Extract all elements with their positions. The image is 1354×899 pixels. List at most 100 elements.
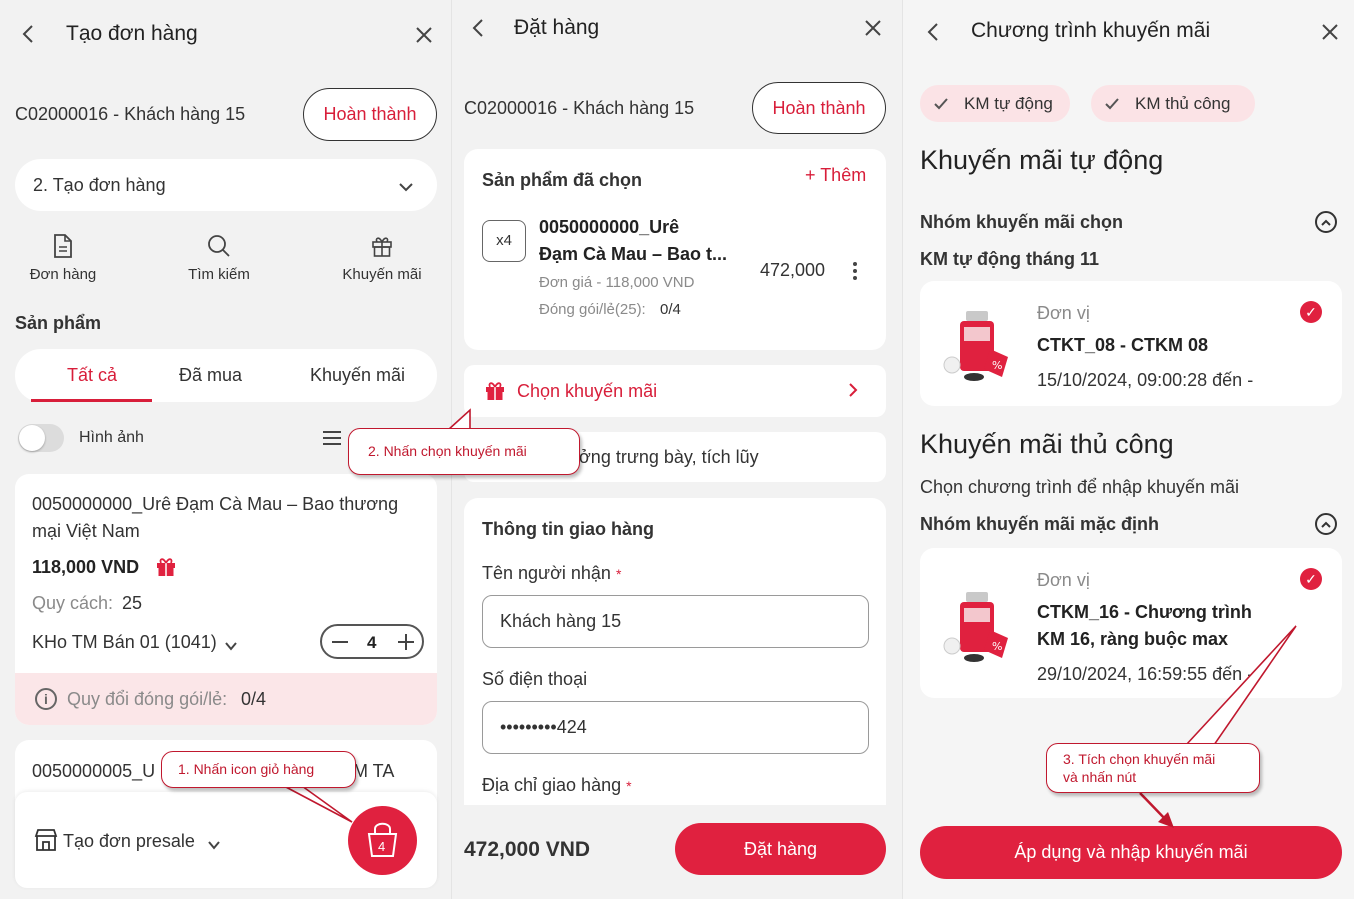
minus-icon[interactable] [332,641,348,643]
close-icon[interactable] [415,26,433,49]
action-orders[interactable]: Đơn hàng [20,232,106,292]
close-icon[interactable] [1321,23,1339,46]
cart-count: 4 [378,839,386,854]
auto-group-label: Nhóm khuyến mãi chọn [920,212,1124,232]
image-toggle[interactable] [18,424,64,452]
pack-label: Đóng gói/lẻ(25): [539,301,646,318]
convert-value: 0/4 [241,689,267,709]
selected-products-card: Sản phẩm đã chọn + Thêm x4 0050000000_Ur… [464,149,886,350]
plus-icon[interactable] [398,634,414,650]
tab-purchased[interactable]: Đã mua [179,365,242,386]
apply-promotion-button[interactable]: Áp dụng và nhập khuyến mãi [920,826,1342,879]
step-select-value: 2. Tạo đơn hàng [33,175,166,195]
document-icon [54,234,72,258]
phone-field[interactable]: •••••••••424 [482,701,869,754]
promotion-date: 29/10/2024, 16:59:55 đến - [1037,664,1254,684]
cart-button[interactable]: 4 [348,806,417,875]
product-name: M TA [353,761,395,781]
callout-text: 1. Nhấn icon giỏ hàng [178,761,315,777]
chevron-down-icon [208,837,220,855]
product-card[interactable]: 0050000000_Urê Đạm Cà Mau – Bao thương m… [15,474,437,725]
svg-text:%: % [992,640,1002,653]
chevron-right-icon [849,383,858,402]
pack-value: 0/4 [660,301,681,318]
warehouse-select[interactable]: KHo TM Bán 01 (1041) [32,632,217,653]
promotion-product-image: % [942,305,1012,385]
promotion-unit: Đơn vị [1037,303,1090,323]
unit-price: Đơn giá - 118,000 VND [539,274,695,291]
product-name: 0050000000_Urê Đạm Cà Mau – Bao thương [32,494,399,514]
menu-icon[interactable] [323,430,341,451]
close-icon[interactable] [864,19,882,42]
spec-label: Quy cách: [32,593,114,613]
page-title: Tạo đơn hàng [66,22,198,45]
complete-button[interactable]: Hoàn thành [752,82,886,134]
product-name: 0050000000_Urê [539,217,680,237]
product-tabs: Tất cả Đã mua Khuyến mãi [15,349,437,402]
place-order-button[interactable]: Đặt hàng [675,823,886,875]
promotion-card[interactable]: % Đơn vị ✓ CTKT_08 - CTKM 08 15/10/2024,… [920,281,1342,406]
promotion-card[interactable]: % Đơn vị ✓ CTKM_16 - Chương trình KM 16,… [920,548,1342,698]
section-title: Sản phẩm [15,313,102,333]
complete-button[interactable]: Hoàn thành [303,88,437,141]
back-icon[interactable] [925,22,941,47]
promotion-unit: Đơn vị [1037,570,1090,590]
add-more-link[interactable]: + Thêm [805,165,866,186]
promotion-date: 15/10/2024, 09:00:28 đến - [1037,370,1254,390]
spec-value: 25 [122,593,143,613]
gift-icon [156,557,176,582]
chip-label: KM thủ công [1135,93,1231,113]
product-name: mại Việt Nam [32,521,140,541]
svg-text:%: % [992,359,1002,372]
customer-label: C02000016 - Khách hàng 15 [464,98,695,118]
customer-label: C02000016 - Khách hàng 15 [15,104,246,124]
page-title: Đặt hàng [514,16,600,39]
callout-text: và nhấn nút [1063,769,1137,785]
gift-icon [372,237,392,257]
search-icon [208,235,230,257]
product-name: 0050000005_U [32,761,156,781]
chip-auto-promotion[interactable]: KM tự động [920,85,1070,122]
toggle-knob [19,425,45,451]
tab-all[interactable]: Tất cả [67,365,117,386]
gift-icon [485,381,505,406]
callout-step-1: 1. Nhấn icon giỏ hàng [161,751,356,788]
callout-step-2: 2. Nhấn chọn khuyến mãi [348,428,580,475]
check-icon [1105,97,1119,109]
quantity-value[interactable]: 4 [367,633,376,653]
action-promotions[interactable]: Khuyến mãi [334,232,430,292]
bottom-bar: Tạo đơn presale 4 [15,792,437,888]
display-reward-label: ởng trưng bày, tích lũy [579,447,759,467]
delivery-info-card: Thông tin giao hàng Tên người nhận * Khá… [464,498,886,808]
auto-group-name: KM tự động tháng 11 [920,249,1100,269]
chevron-up-icon[interactable] [1315,211,1337,233]
phone-label: Số điện thoại [482,669,588,689]
product-price: 118,000 VND [32,557,140,577]
choose-promotion-row[interactable]: Chọn khuyến mãi [464,365,886,417]
tab-promotions[interactable]: Khuyến mãi [310,365,405,386]
recipient-field[interactable]: Khách hàng 15 [482,595,869,648]
convert-banner: i Quy đổi đóng gói/lẻ: 0/4 [15,673,437,725]
chevron-up-icon[interactable] [1315,513,1337,535]
back-icon[interactable] [470,18,486,43]
action-label: Đơn hàng [29,266,97,283]
auto-promotion-title: Khuyến mãi tự động [920,145,1164,175]
back-icon[interactable] [20,24,36,48]
check-circle-icon[interactable]: ✓ [1300,568,1322,590]
presale-select[interactable]: Tạo đơn presale [63,831,195,852]
chevron-down-icon [399,179,413,197]
check-circle-icon[interactable]: ✓ [1300,301,1322,323]
choose-promotion-label: Chọn khuyến mãi [517,381,658,401]
promotion-code: KM 16, ràng buộc max [1037,629,1229,649]
grand-total: 472,000 VND [464,838,591,861]
quantity-stepper[interactable]: 4 [320,624,424,659]
chip-manual-promotion[interactable]: KM thủ công [1091,85,1255,122]
callout-step-3: 3. Tích chọn khuyến mãi và nhấn nút [1046,743,1260,793]
action-search[interactable]: Tìm kiếm [176,232,262,292]
step-select[interactable]: 2. Tạo đơn hàng [15,159,437,211]
more-vertical-icon[interactable] [852,261,858,286]
tab-active-indicator [31,399,152,402]
action-label: Khuyến mãi [342,266,422,283]
promotion-code: CTKT_08 - CTKM 08 [1037,335,1209,355]
callout-text: 3. Tích chọn khuyến mãi [1063,751,1216,767]
